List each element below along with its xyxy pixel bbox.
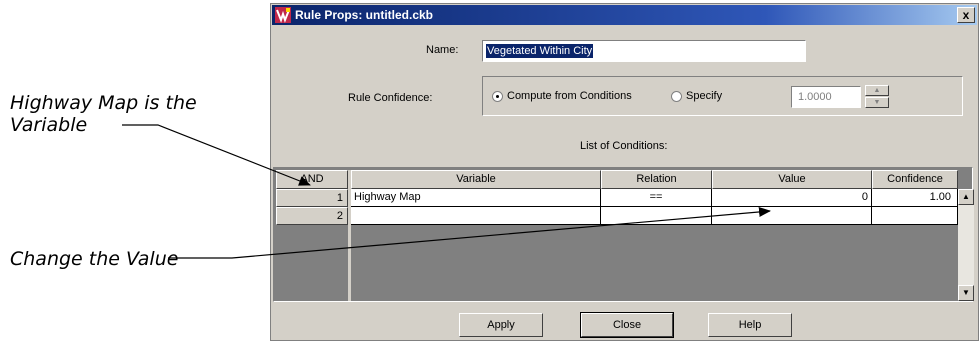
column-header-variable[interactable]: Variable: [351, 170, 601, 189]
row-number[interactable]: 2: [276, 207, 348, 225]
column-header-confidence[interactable]: Confidence: [872, 170, 958, 189]
spin-up-icon[interactable]: ▲: [865, 85, 889, 96]
variable-cell[interactable]: [351, 207, 601, 225]
scroll-up-icon[interactable]: ▲: [958, 189, 974, 205]
column-header-value[interactable]: Value: [712, 170, 872, 189]
rule-confidence-label: Rule Confidence:: [348, 92, 433, 104]
close-button[interactable]: Close: [580, 312, 674, 338]
rule-props-dialog: Rule Props: untitled.ckb x Name: Vegetat…: [270, 3, 979, 341]
relation-cell[interactable]: [601, 207, 712, 225]
confidence-cell[interactable]: [872, 207, 958, 225]
row-number[interactable]: 1: [276, 189, 348, 207]
window-title: Rule Props: untitled.ckb: [295, 8, 434, 22]
confidence-cell[interactable]: 1.00: [872, 189, 958, 207]
annotation-change-value: Change the Value: [10, 248, 179, 270]
spin-down-icon[interactable]: ▼: [865, 97, 889, 108]
value-cell[interactable]: [712, 207, 872, 225]
variable-cell[interactable]: Highway Map: [351, 189, 601, 207]
column-header-and[interactable]: AND: [276, 170, 348, 189]
relation-cell[interactable]: ==: [601, 189, 712, 207]
scroll-down-icon[interactable]: ▼: [958, 285, 974, 301]
value-cell[interactable]: 0: [712, 189, 872, 207]
compute-from-conditions-label[interactable]: Compute from Conditions: [507, 90, 632, 102]
apply-button[interactable]: Apply: [459, 313, 543, 337]
specify-value-input[interactable]: 1.0000: [791, 86, 861, 108]
name-input-value: Vegetated Within City: [486, 44, 594, 58]
name-input[interactable]: Vegetated Within City: [482, 40, 806, 62]
annotation-highway-line1: Highway Map is the: [10, 92, 197, 114]
column-header-relation[interactable]: Relation: [601, 170, 712, 189]
table-vertical-scrollbar[interactable]: ▲ ▼: [958, 189, 974, 301]
title-bar[interactable]: Rule Props: untitled.ckb x: [272, 5, 977, 25]
compute-from-conditions-radio[interactable]: [492, 91, 503, 102]
specify-radio[interactable]: [671, 91, 682, 102]
conditions-table: AND Variable Relation Value Confidence 1…: [273, 167, 974, 302]
specify-spinner[interactable]: ▲ ▼: [865, 85, 889, 109]
app-icon: [275, 7, 291, 23]
annotation-highway-line2: Variable: [10, 114, 88, 136]
close-window-button[interactable]: x: [957, 7, 975, 23]
specify-label[interactable]: Specify: [686, 90, 722, 102]
help-button[interactable]: Help: [708, 313, 792, 337]
list-of-conditions-label: List of Conditions:: [580, 140, 668, 152]
name-label: Name:: [426, 44, 459, 56]
